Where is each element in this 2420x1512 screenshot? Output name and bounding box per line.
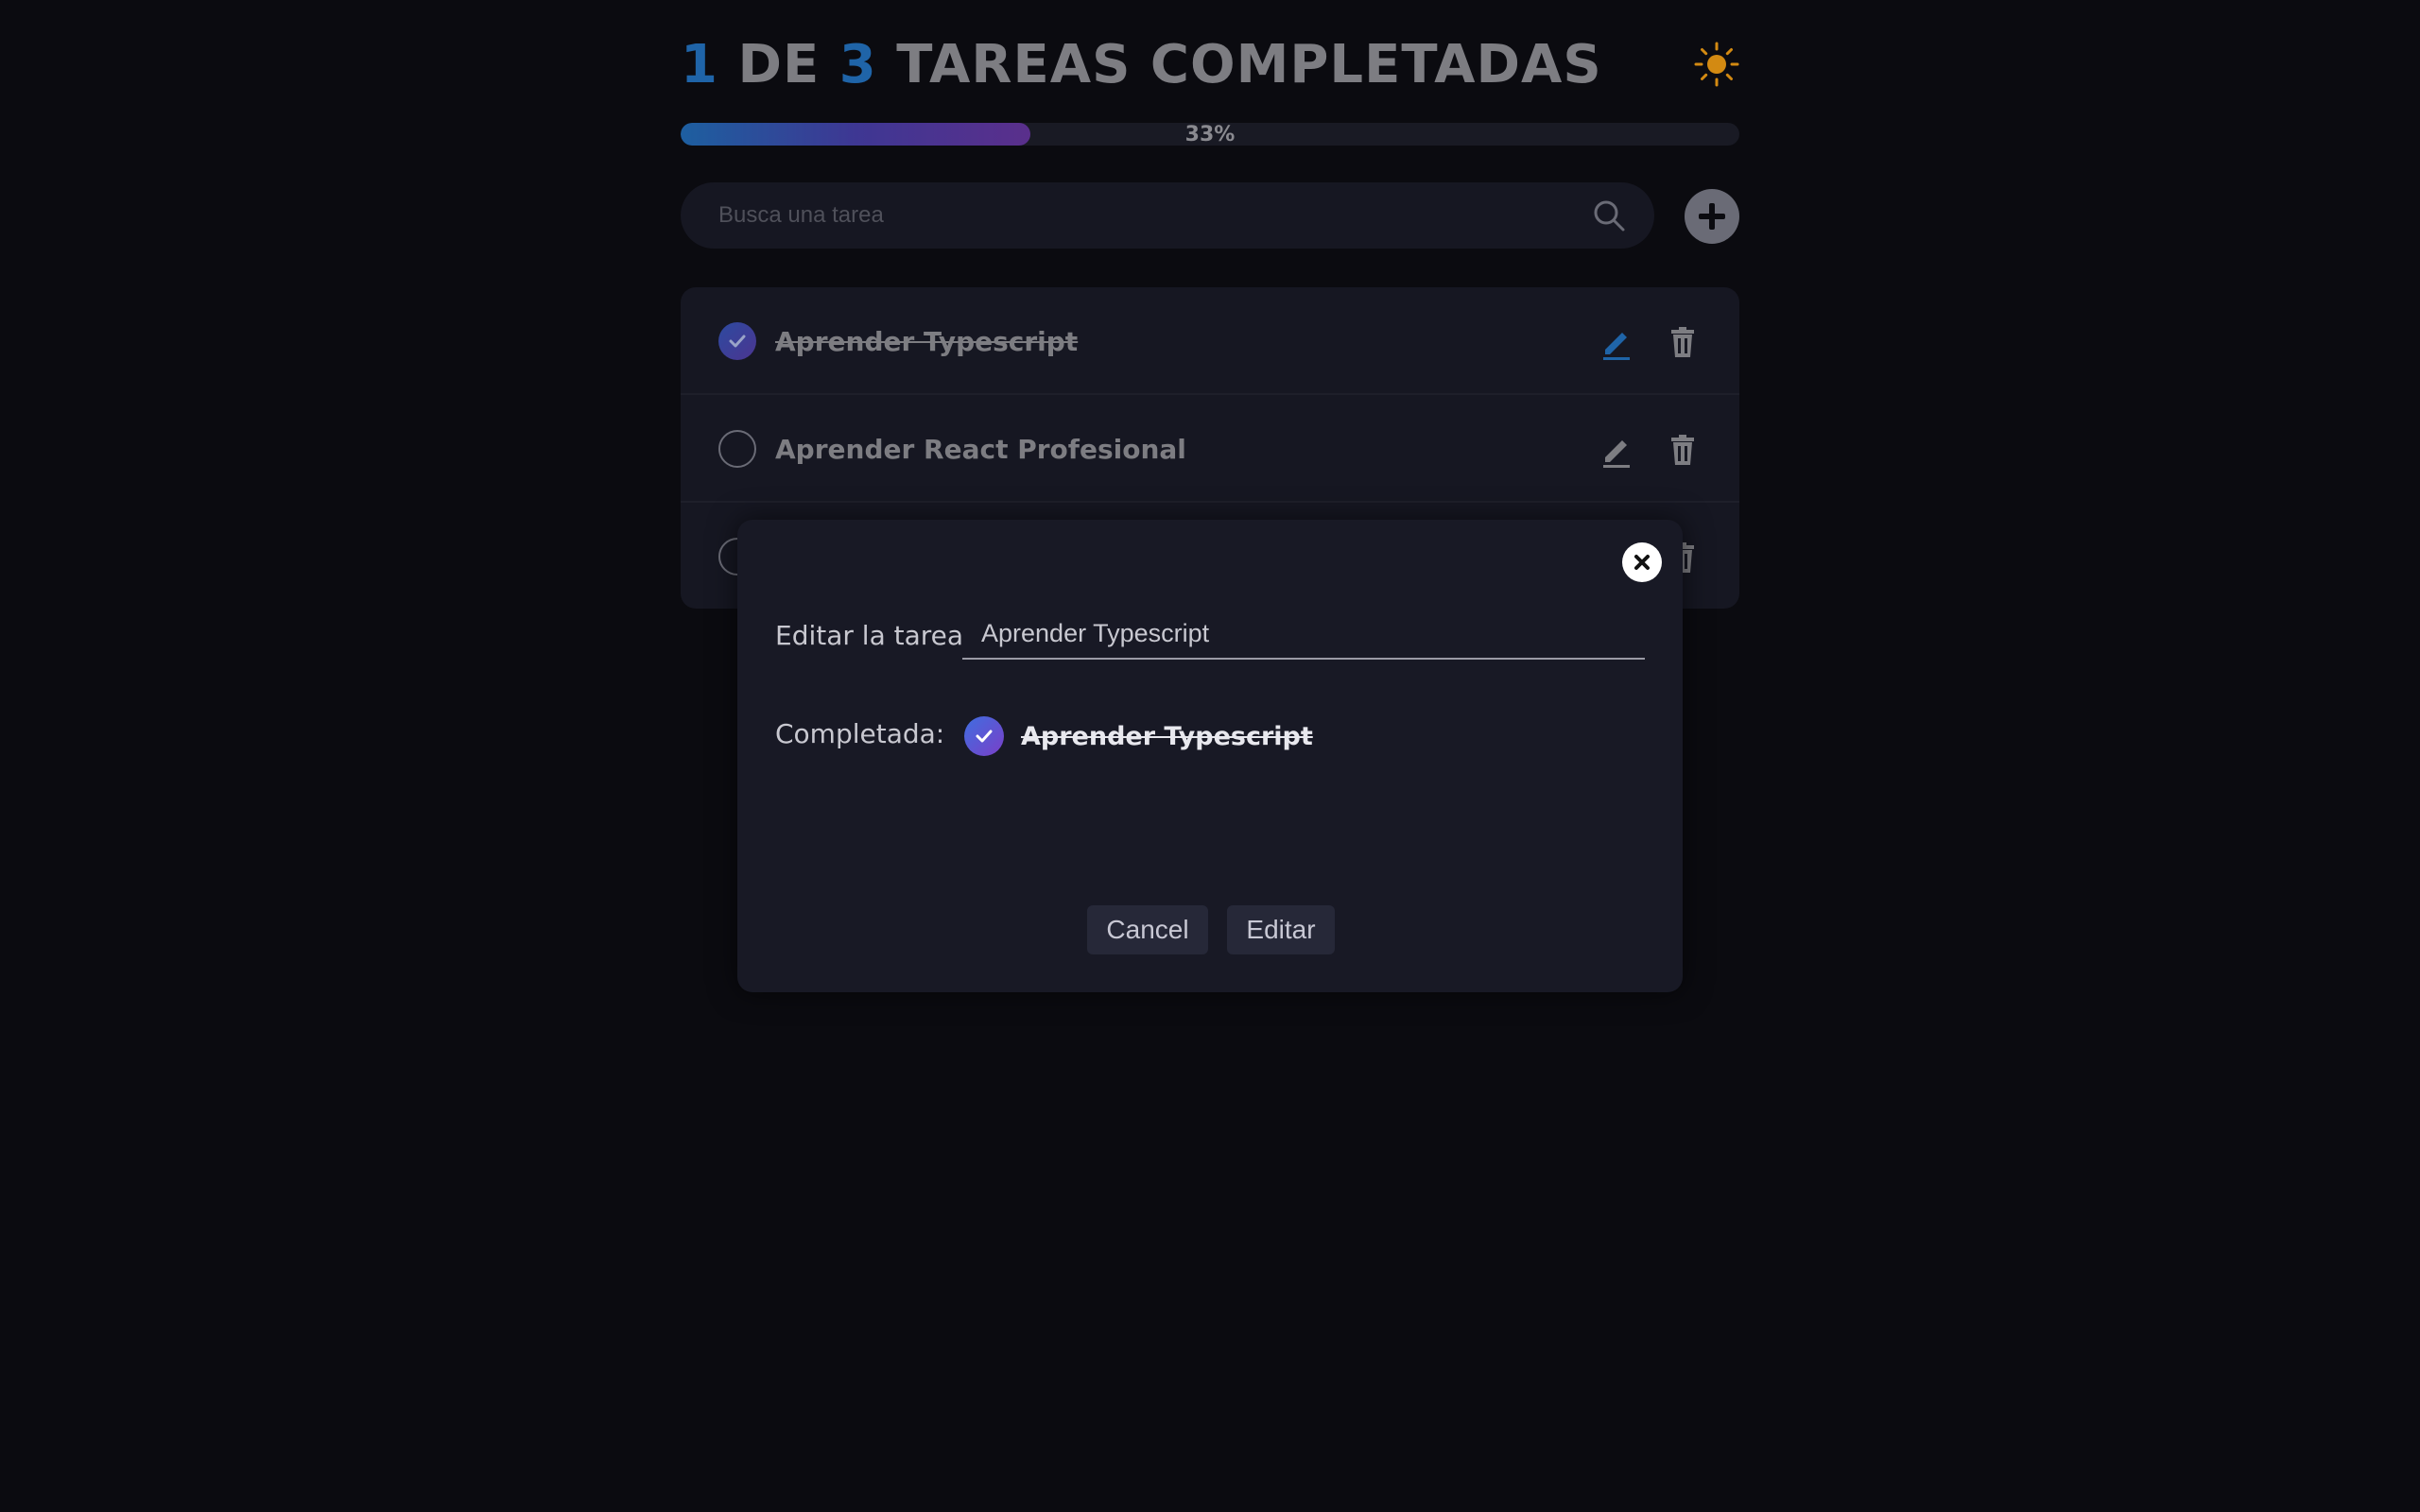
edit-button[interactable] xyxy=(1598,431,1635,469)
add-task-button[interactable] xyxy=(1685,189,1739,244)
plus-icon xyxy=(1699,203,1725,230)
complete-checkbox[interactable] xyxy=(718,322,756,360)
search-icon[interactable] xyxy=(1592,198,1626,232)
edit-task-label: Editar la tarea xyxy=(775,620,964,651)
page-title: 1 DE 3 TAREAS COMPLETADAS xyxy=(681,34,1602,95)
trash-icon xyxy=(1671,435,1694,465)
title-suffix: TAREAS COMPLETADAS xyxy=(896,34,1602,95)
list-item: Aprender Typescript xyxy=(681,287,1739,395)
check-icon xyxy=(976,730,993,743)
trash-icon xyxy=(1671,327,1694,357)
complete-checkbox[interactable] xyxy=(718,430,756,468)
close-button[interactable] xyxy=(1622,542,1662,582)
edit-submit-button[interactable]: Editar xyxy=(1227,905,1335,954)
progress-bar: 33% xyxy=(681,123,1739,146)
edit-button[interactable] xyxy=(1598,323,1635,361)
completed-label: Completada: xyxy=(775,718,945,749)
edit-task-modal: Editar la tarea Completada: Aprender Typ… xyxy=(737,520,1683,992)
search-input[interactable] xyxy=(718,182,1569,249)
close-icon xyxy=(1634,555,1650,570)
todo-app: 1 DE 3 TAREAS COMPLETADAS 33% Busca una … xyxy=(681,0,1739,609)
delete-button[interactable] xyxy=(1664,323,1702,361)
total-count: 3 xyxy=(838,34,877,95)
completed-task-text: Aprender Typescript xyxy=(1021,721,1313,751)
header: 1 DE 3 TAREAS COMPLETADAS xyxy=(681,0,1739,123)
search-bar xyxy=(681,182,1654,249)
list-item: Aprender React Profesional xyxy=(681,395,1739,503)
pencil-icon xyxy=(1603,333,1630,360)
sun-icon xyxy=(1694,42,1739,87)
theme-toggle-button[interactable] xyxy=(1694,42,1739,87)
delete-button[interactable] xyxy=(1664,431,1702,469)
progress-label: 33% xyxy=(1184,123,1236,146)
task-label: Aprender Typescript xyxy=(775,325,1079,357)
completed-checkbox[interactable] xyxy=(964,716,1004,756)
title-of: DE xyxy=(737,34,821,95)
check-icon xyxy=(729,335,746,348)
cancel-button[interactable]: Cancel xyxy=(1087,905,1208,954)
task-label: Aprender React Profesional xyxy=(775,433,1186,465)
pencil-icon xyxy=(1603,440,1630,468)
completed-count: 1 xyxy=(681,34,718,95)
edit-task-input[interactable] xyxy=(962,609,1645,660)
